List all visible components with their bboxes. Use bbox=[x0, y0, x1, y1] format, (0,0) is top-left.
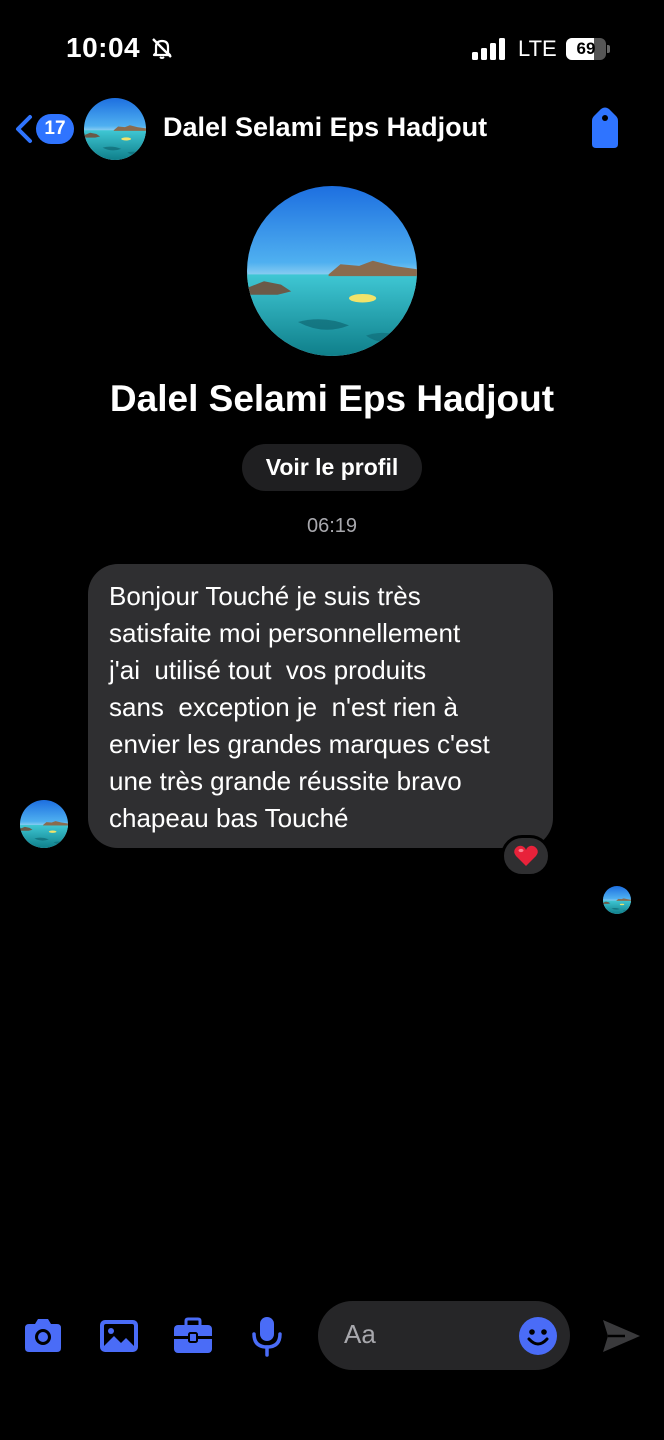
battery-percent: 69 bbox=[576, 39, 596, 58]
battery-icon: 69 bbox=[566, 38, 612, 60]
message-line: satisfaite moi personnellement bbox=[109, 618, 461, 648]
message-line: Bonjour Touché je suis très bbox=[109, 581, 421, 611]
network-label: LTE bbox=[518, 36, 557, 61]
camera-icon[interactable] bbox=[21, 1314, 65, 1358]
message-line: une très grande réussite bravo bbox=[109, 766, 462, 796]
unread-count-badge: 17 bbox=[36, 114, 74, 144]
heart-icon bbox=[514, 845, 538, 866]
message-bubble[interactable]: Bonjour Touché je suis très satisfaite m… bbox=[88, 564, 553, 848]
tag-icon[interactable] bbox=[586, 106, 624, 150]
header-avatar[interactable] bbox=[84, 98, 146, 160]
mic-icon[interactable] bbox=[245, 1314, 289, 1358]
message-input[interactable]: Aa bbox=[318, 1301, 570, 1370]
sender-avatar[interactable] bbox=[20, 800, 68, 848]
message-line: chapeau bas Touché bbox=[109, 803, 349, 833]
send-icon[interactable] bbox=[599, 1314, 643, 1358]
gallery-icon[interactable] bbox=[97, 1314, 141, 1358]
message-line: sans exception je n'est rien à bbox=[109, 692, 458, 722]
signal-icon bbox=[472, 38, 505, 60]
message-line: j'ai utilisé tout vos produits bbox=[109, 655, 427, 685]
header-contact-name[interactable]: Dalel Selami Eps Hadjout bbox=[163, 112, 487, 143]
back-button[interactable]: 17 bbox=[14, 112, 74, 146]
message-line: envier les grandes marques c'est bbox=[109, 729, 490, 759]
profile-avatar bbox=[247, 186, 417, 356]
message-input-placeholder: Aa bbox=[344, 1319, 376, 1349]
profile-name: Dalel Selami Eps Hadjout bbox=[109, 378, 555, 419]
seen-receipt-avatar bbox=[603, 886, 631, 914]
emoji-icon[interactable] bbox=[518, 1316, 558, 1356]
briefcase-icon[interactable] bbox=[171, 1314, 215, 1358]
chevron-left-icon bbox=[16, 115, 32, 143]
status-time: 10:04 bbox=[66, 32, 141, 63]
message-timestamp: 06:19 bbox=[306, 515, 358, 537]
reaction-badge[interactable] bbox=[501, 835, 551, 877]
view-profile-button[interactable]: Voir le profil bbox=[242, 444, 422, 491]
bell-off-icon bbox=[152, 38, 172, 59]
